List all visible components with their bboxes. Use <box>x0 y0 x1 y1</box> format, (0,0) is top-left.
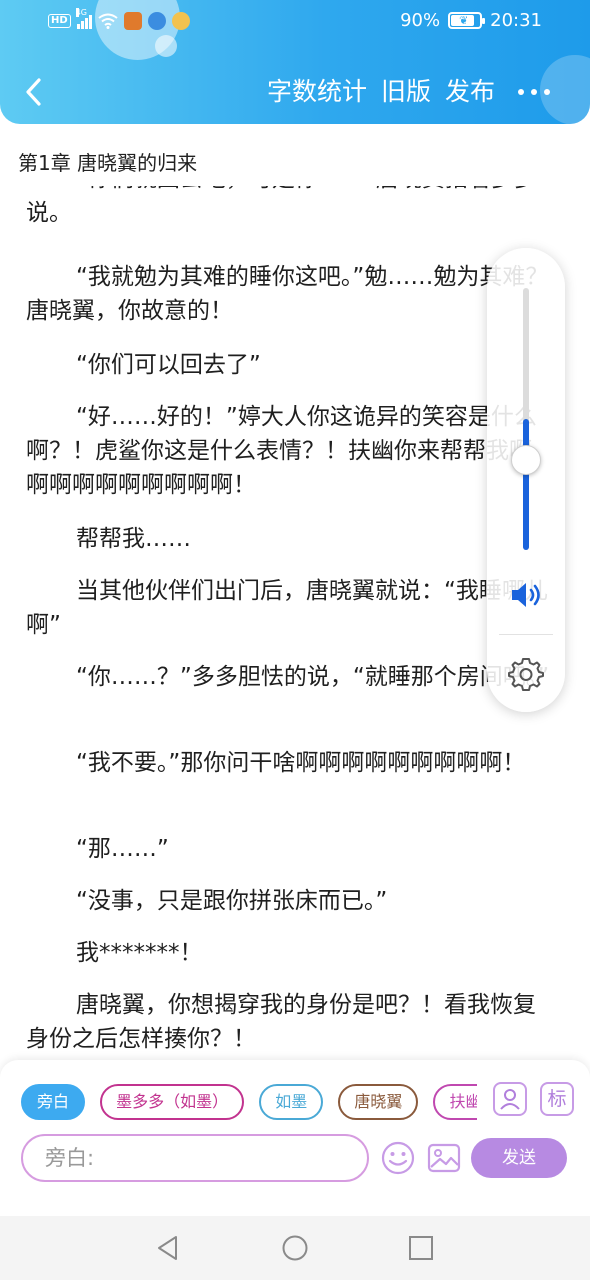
panel-divider <box>499 634 553 635</box>
composer-panel: 旁白 墨多多（如墨） 如墨 唐晓翼 扶幽 标 旁白: 发送 <box>0 1060 590 1216</box>
role-chip-tangxiaoyi[interactable]: 唐晓翼 <box>338 1084 419 1120</box>
person-icon[interactable] <box>493 1082 527 1116</box>
story-paragraph: “没事，只是跟你拼张床而已。” <box>76 888 388 914</box>
wifi-icon <box>98 13 118 29</box>
status-bar: HD 4G 90% ❦ 20:31 <box>0 0 590 46</box>
story-paragraph: “你……？”多多胆怯的说，“就睡那个房间吧。” <box>76 664 550 690</box>
story-paragraph: “我不要。”那你问干啥啊啊啊啊啊啊啊啊啊！ <box>76 750 526 776</box>
story-paragraph: 唐晓翼，你想揭穿我的身份是吧？！看我恢复身份之后怎样揍你？！ <box>26 992 536 1052</box>
story-paragraph: 当其他伙伴们出门后，唐晓翼就说：“我睡哪儿啊” <box>26 578 548 638</box>
battery-icon: ❦ <box>448 12 486 29</box>
clock: 20:31 <box>490 10 542 31</box>
story-paragraph: 帮帮我…… <box>76 526 191 552</box>
image-icon[interactable] <box>426 1140 462 1176</box>
volume-slider-fill <box>523 419 529 550</box>
volume-slider-thumb[interactable] <box>511 445 541 475</box>
send-button[interactable]: 发送 <box>471 1138 567 1178</box>
monkey-notification-icon <box>171 12 190 30</box>
volume-slider[interactable] <box>523 288 529 550</box>
volume-panel <box>487 248 565 712</box>
system-nav-bar <box>0 1216 590 1280</box>
smile-icon[interactable] <box>380 1140 416 1176</box>
role-chip-rumo[interactable]: 如墨 <box>259 1084 324 1120</box>
gear-icon[interactable] <box>508 656 544 692</box>
story-paragraph: 我*******！ <box>76 940 203 966</box>
narration-input[interactable]: 旁白: <box>21 1134 369 1182</box>
app-notification-icon <box>123 12 142 30</box>
hd-badge: HD <box>48 14 71 28</box>
toolbar: 字数统计 旧版 发布 <box>0 64 590 120</box>
word-count-button[interactable]: 字数统计 <box>267 76 367 108</box>
square-recents-icon[interactable] <box>407 1234 435 1262</box>
role-chip-fuyou[interactable]: 扶幽 <box>433 1084 477 1120</box>
leaf-icon: ❦ <box>459 14 469 27</box>
chevron-left-icon[interactable] <box>20 76 48 108</box>
chapter-title: 第1章 唐晓翼的归来 <box>18 151 198 175</box>
story-paragraph: “我就勉为其难的睡你这吧。”勉……勉为其难？唐晓翼，你故意的！ <box>26 264 549 324</box>
story-paragraph: “好……好的！”婷大人你这诡异的笑容是什么啊？！虎鲨你这是什么表情？！扶幽你来帮… <box>26 404 537 498</box>
mark-button[interactable]: 标 <box>540 1082 574 1116</box>
role-chip-moduoduo[interactable]: 墨多多（如墨） <box>100 1084 245 1120</box>
publish-button[interactable]: 发布 <box>445 76 495 108</box>
app-header: HD 4G 90% ❦ 20:31 字数统计 旧版 发布 <box>0 0 590 124</box>
more-dots-icon[interactable] <box>518 76 550 108</box>
story-paragraph: “你们就回去吧，可是你……”唐晓翼指着多多说。 <box>26 186 537 226</box>
speaker-icon[interactable] <box>510 581 544 609</box>
role-chip-narrator[interactable]: 旁白 <box>21 1084 86 1120</box>
signal-icon: 4G <box>75 8 92 29</box>
triangle-back-icon[interactable] <box>154 1234 182 1262</box>
browser-notification-icon <box>147 12 166 30</box>
story-paragraph: “你们可以回去了” <box>76 352 261 378</box>
battery-percent: 90% <box>400 10 441 31</box>
old-version-button[interactable]: 旧版 <box>381 76 431 108</box>
role-selector: 旁白 墨多多（如墨） 如墨 唐晓翼 扶幽 <box>21 1084 477 1122</box>
story-paragraph: “那……” <box>76 836 169 862</box>
circle-home-icon[interactable] <box>281 1234 309 1262</box>
